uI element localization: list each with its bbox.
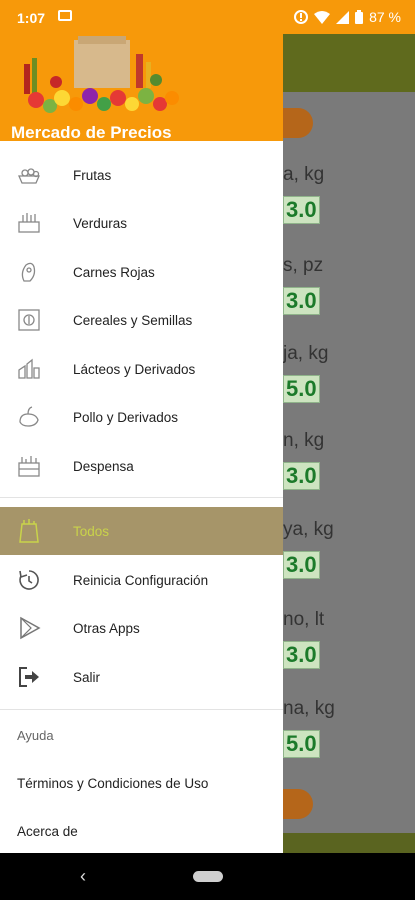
vibrate-icon xyxy=(294,10,309,24)
system-nav-bar: ‹ xyxy=(0,853,415,900)
divider xyxy=(0,709,283,710)
background-pill xyxy=(283,789,313,819)
menu-item-label: Todos xyxy=(73,523,110,539)
menu-item-verduras[interactable]: Verduras xyxy=(0,199,283,247)
signal-icon xyxy=(336,10,350,24)
menu-item-carnes-rojas[interactable]: Carnes Rojas xyxy=(0,248,283,296)
menu-item-otras-apps[interactable]: Otras Apps xyxy=(0,604,283,652)
status-bar: 1:07 87 % xyxy=(0,0,415,34)
terms-link[interactable]: Términos y Condiciones de Uso xyxy=(17,776,208,791)
battery-percent: 87 % xyxy=(369,9,401,25)
item-price: 3.0 xyxy=(283,462,320,490)
item-name: s, pz xyxy=(283,255,324,276)
list-item: n, kg 3.0 xyxy=(283,430,415,490)
status-right: 87 % xyxy=(294,9,401,25)
app-title: Mercado de Precios xyxy=(11,123,172,142)
dairy-icon xyxy=(18,358,40,379)
produce-banner-image xyxy=(24,36,179,113)
cereals-icon xyxy=(18,309,40,331)
menu-item-pollo[interactable]: Pollo y Derivados xyxy=(0,393,283,441)
menu-item-label: Despensa xyxy=(73,458,134,474)
item-price: 3.0 xyxy=(283,287,320,315)
menu-item-label: Cereales y Semillas xyxy=(73,312,193,328)
item-name: no, lt xyxy=(283,609,325,630)
menu-item-label: Verduras xyxy=(73,215,128,231)
background-pill xyxy=(283,108,313,138)
item-name: ja, kg xyxy=(283,343,329,364)
back-icon[interactable]: ‹ xyxy=(80,866,86,887)
item-name: na, kg xyxy=(283,698,335,719)
item-price: 3.0 xyxy=(283,551,320,579)
list-item: ja, kg 5.0 xyxy=(283,343,415,403)
status-time: 1:07 xyxy=(17,10,46,26)
list-item: a, kg 3.0 xyxy=(283,164,415,224)
item-price: 3.0 xyxy=(283,196,320,224)
list-item: s, pz 3.0 xyxy=(283,255,415,315)
divider xyxy=(0,497,283,498)
item-name: n, kg xyxy=(283,430,325,451)
drawer-header: Mercado de Precios xyxy=(0,34,283,142)
menu-item-label: Otras Apps xyxy=(73,620,140,636)
background-toolbar xyxy=(283,34,415,92)
pantry-icon xyxy=(18,456,40,477)
menu-item-reinicia-configuracion[interactable]: Reinicia Configuración xyxy=(0,556,283,604)
reset-icon xyxy=(19,570,39,590)
menu-item-frutas[interactable]: Frutas xyxy=(0,151,283,199)
item-price: 5.0 xyxy=(283,375,320,403)
menu-item-salir[interactable]: Salir xyxy=(0,653,283,701)
wifi-icon xyxy=(314,10,331,24)
home-pill-icon[interactable] xyxy=(193,871,223,882)
menu-item-todos[interactable]: Todos xyxy=(0,507,283,555)
help-section-title: Ayuda xyxy=(17,728,54,743)
list-item: no, lt 3.0 xyxy=(283,609,415,669)
menu-item-label: Pollo y Derivados xyxy=(73,409,179,425)
about-link[interactable]: Acerca de xyxy=(17,824,78,839)
item-price: 3.0 xyxy=(283,641,320,669)
vegetables-icon xyxy=(18,213,40,233)
menu-item-label: Frutas xyxy=(73,167,112,183)
list-item: ya, kg 3.0 xyxy=(283,519,415,579)
meat-icon xyxy=(21,262,36,282)
chicken-icon xyxy=(19,406,39,427)
background-app[interactable]: a, kg 3.0 s, pz 3.0 ja, kg 5.0 n, kg 3.0… xyxy=(283,34,415,853)
battery-icon xyxy=(355,10,364,24)
item-name: a, kg xyxy=(283,164,325,185)
grocery-icon xyxy=(19,519,39,543)
fruits-icon xyxy=(18,168,40,184)
menu-item-label: Lácteos y Derivados xyxy=(73,361,196,377)
navigation-drawer: Mercado de Precios Frutas Verduras Carne… xyxy=(0,34,283,853)
background-bottom-bar xyxy=(283,833,415,853)
exit-icon xyxy=(19,667,39,687)
menu-item-label: Reinicia Configuración xyxy=(73,572,209,588)
menu-item-cereales[interactable]: Cereales y Semillas xyxy=(0,296,283,344)
list-item: na, kg 5.0 xyxy=(283,698,415,758)
menu-item-despensa[interactable]: Despensa xyxy=(0,442,283,490)
menu-item-lacteos[interactable]: Lácteos y Derivados xyxy=(0,345,283,393)
play-store-icon xyxy=(20,616,41,640)
menu-item-label: Salir xyxy=(73,669,101,685)
item-price: 5.0 xyxy=(283,730,320,758)
menu-item-label: Carnes Rojas xyxy=(73,264,155,280)
cast-icon xyxy=(58,10,72,21)
item-name: ya, kg xyxy=(283,519,334,540)
